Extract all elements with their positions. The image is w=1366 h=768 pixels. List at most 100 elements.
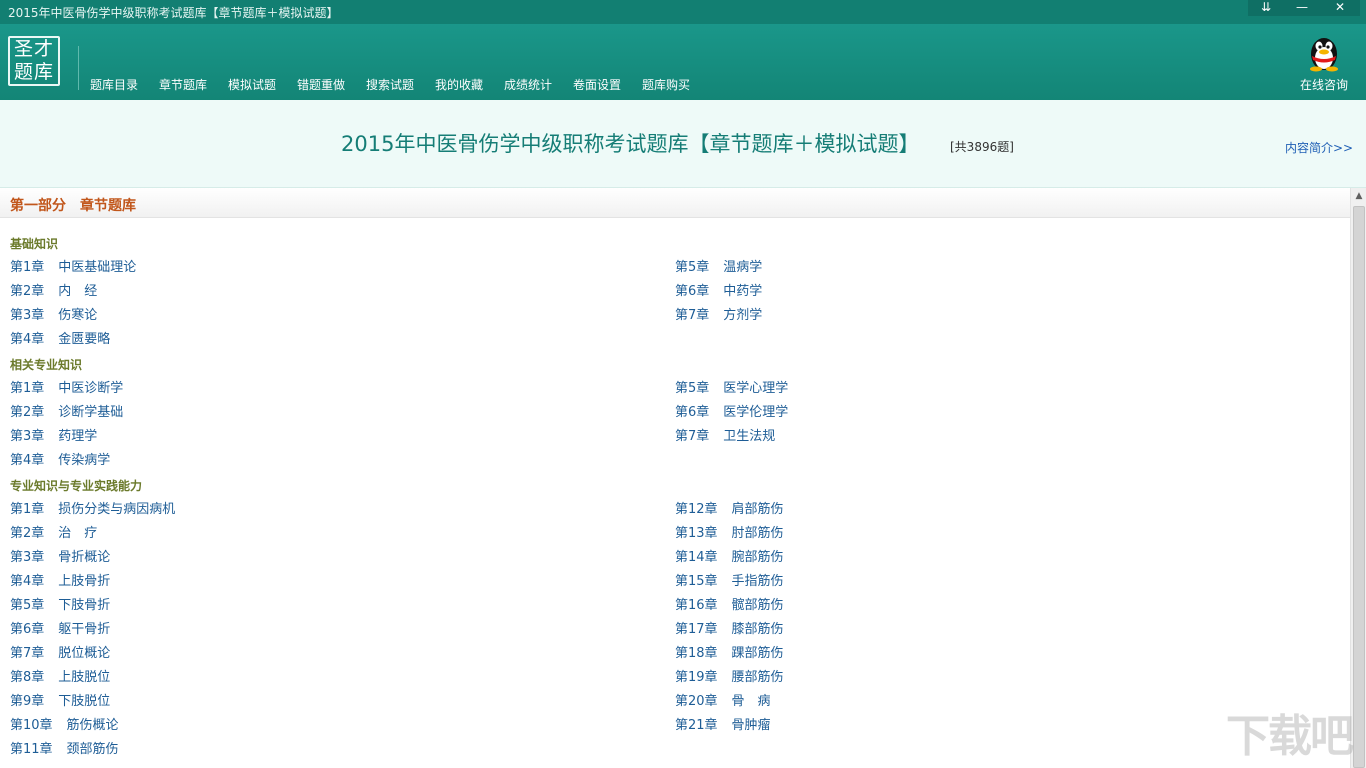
vertical-scrollbar[interactable]: ▲	[1350, 188, 1366, 768]
chapter-number: 第5章	[10, 598, 45, 613]
chapter-link[interactable]: 第3章 药理学	[10, 425, 97, 444]
main-toolbar: 圣才 题库 题库目录 章节题库 模拟试题 错题重做 搜索试题 我的收藏 成绩统计…	[0, 24, 1366, 100]
chapter-link[interactable]: 第11章 颈部筋伤	[10, 738, 119, 757]
scroll-thumb[interactable]	[1353, 206, 1365, 768]
chapter-number: 第6章	[675, 405, 710, 420]
logo-line-2: 题库	[13, 61, 54, 83]
chapter-title: 医学心理学	[723, 381, 789, 396]
nav-mock-test[interactable]: 模拟试题	[228, 76, 297, 93]
nav-catalog[interactable]: 题库目录	[90, 76, 159, 93]
chapter-title: 脱位概论	[58, 646, 111, 661]
chapter-link[interactable]: 第2章内 经	[10, 280, 97, 299]
chapter-link[interactable]: 第12章 肩部筋伤	[675, 498, 784, 517]
bank-title: 2015年中医骨伤学中级职称考试题库【章节题库＋模拟试题】	[341, 132, 920, 156]
chapter-title: 中医诊断学	[58, 381, 124, 396]
chapter-number: 第20章	[675, 694, 718, 709]
title-bar: 2015年中医骨伤学中级职称考试题库【章节题库＋模拟试题】 ⇊ — ✕	[0, 0, 1366, 24]
chapter-link[interactable]: 第1章 损伤分类与病因病机	[10, 498, 175, 517]
section-heading: 专业知识与专业实践能力	[10, 479, 143, 493]
chapter-link[interactable]: 第4章 上肢骨折	[10, 570, 110, 589]
chapter-title: 中医基础理论	[58, 260, 137, 275]
chapter-link[interactable]: 第1章 中医诊断学	[10, 377, 123, 396]
chapter-link[interactable]: 第17章 膝部筋伤	[675, 618, 784, 637]
section-heading: 相关专业知识	[10, 358, 83, 372]
nav-search[interactable]: 搜索试题	[366, 76, 435, 93]
chapter-link[interactable]: 第16章 髋部筋伤	[675, 594, 784, 613]
chapter-number: 第19章	[675, 670, 718, 685]
chapter-number: 第3章	[10, 550, 45, 565]
chapter-link[interactable]: 第2章治 疗	[10, 522, 97, 541]
chapter-link[interactable]: 第15章 手指筋伤	[675, 570, 784, 589]
chapter-title: 肩部筋伤	[731, 502, 784, 517]
chapter-title: 上肢骨折	[58, 574, 111, 589]
chapter-link[interactable]: 第10章 筋伤概论	[10, 714, 119, 733]
chapter-link[interactable]: 第4章 金匮要略	[10, 328, 110, 347]
chapter-link[interactable]: 第9章 下肢脱位	[10, 690, 110, 709]
chapter-number: 第5章	[675, 260, 710, 275]
chapter-title: 治 疗	[58, 526, 98, 541]
chapter-number: 第21章	[675, 718, 718, 733]
chapter-number: 第4章	[10, 332, 45, 347]
chapter-title: 上肢脱位	[58, 670, 111, 685]
logo-line-1: 圣才	[13, 38, 54, 60]
toolbar-divider	[78, 46, 79, 90]
nav-purchase[interactable]: 题库购买	[642, 76, 711, 93]
chapter-link[interactable]: 第13章 肘部筋伤	[675, 522, 784, 541]
chapter-link[interactable]: 第3章 伤寒论	[10, 304, 97, 323]
chapter-link[interactable]: 第4章 传染病学	[10, 449, 110, 468]
chapter-link[interactable]: 第7章 脱位概论	[10, 642, 110, 661]
chapter-title: 伤寒论	[58, 308, 98, 323]
nav-redo-wrong[interactable]: 错题重做	[297, 76, 366, 93]
nav-paper-settings[interactable]: 卷面设置	[573, 76, 642, 93]
chapter-title: 下肢骨折	[58, 598, 111, 613]
close-button[interactable]: ✕	[1320, 0, 1360, 16]
chapter-number: 第1章	[10, 502, 45, 517]
chapter-link[interactable]: 第5章 下肢骨折	[10, 594, 110, 613]
online-consult-label[interactable]: 在线咨询	[1294, 76, 1354, 93]
watermark: 下载吧	[1226, 711, 1354, 762]
chapter-title: 腕部筋伤	[731, 550, 784, 565]
chapter-link[interactable]: 第6章 医学伦理学	[675, 401, 788, 420]
skin-menu-button[interactable]: ⇊	[1248, 0, 1284, 16]
nav-chapter-bank[interactable]: 章节题库	[159, 76, 228, 93]
chapter-link[interactable]: 第7章 方剂学	[675, 304, 762, 323]
chapter-number: 第6章	[10, 622, 45, 637]
chapter-link[interactable]: 第5章 温病学	[675, 256, 762, 275]
chapter-title: 金匮要略	[58, 332, 111, 347]
chapter-title: 骨肿瘤	[731, 718, 771, 733]
chapter-link[interactable]: 第19章 腰部筋伤	[675, 666, 784, 685]
chapter-title: 骨 病	[731, 694, 771, 709]
nav-favorites[interactable]: 我的收藏	[435, 76, 504, 93]
chapter-link[interactable]: 第8章 上肢脱位	[10, 666, 110, 685]
chapter-number: 第7章	[675, 429, 710, 444]
chapter-link[interactable]: 第6章 躯干骨折	[10, 618, 110, 637]
chapter-title: 膝部筋伤	[731, 622, 784, 637]
chapter-title: 颈部筋伤	[66, 742, 119, 757]
chapter-number: 第5章	[675, 381, 710, 396]
chapter-number: 第4章	[10, 574, 45, 589]
chapter-link[interactable]: 第7章 卫生法规	[675, 425, 775, 444]
part-label: 第一部分 章节题库	[10, 198, 136, 214]
chapter-link[interactable]: 第21章 骨肿瘤	[675, 714, 771, 733]
minimize-button[interactable]: —	[1284, 0, 1320, 16]
part-header: 第一部分 章节题库	[0, 188, 1350, 218]
chapter-title: 温病学	[723, 260, 763, 275]
nav-statistics[interactable]: 成绩统计	[504, 76, 573, 93]
intro-link[interactable]: 内容简介>>	[1285, 139, 1353, 156]
chapter-link[interactable]: 第2章 诊断学基础	[10, 401, 123, 420]
chapter-link[interactable]: 第1章 中医基础理论	[10, 256, 136, 275]
chapter-link[interactable]: 第20章骨 病	[675, 690, 771, 709]
chapter-title: 药理学	[58, 429, 98, 444]
chapter-link[interactable]: 第3章 骨折概论	[10, 546, 110, 565]
chapter-number: 第4章	[10, 453, 45, 468]
chapter-number: 第17章	[675, 622, 718, 637]
chapter-link[interactable]: 第6章 中药学	[675, 280, 762, 299]
qq-penguin-icon[interactable]	[1304, 32, 1344, 72]
chapter-list-panel: 第一部分 章节题库 基础知识 第1章 中医基础理论 第2章内 经第3章 伤寒论 第4章 金匮…	[0, 188, 1350, 768]
scroll-up-arrow-icon[interactable]: ▲	[1351, 188, 1366, 204]
chapter-link[interactable]: 第5章 医学心理学	[675, 377, 788, 396]
chapter-link[interactable]: 第18章 踝部筋伤	[675, 642, 784, 661]
chapter-number: 第8章	[10, 670, 45, 685]
chapter-link[interactable]: 第14章 腕部筋伤	[675, 546, 784, 565]
chapter-number: 第2章	[10, 405, 45, 420]
